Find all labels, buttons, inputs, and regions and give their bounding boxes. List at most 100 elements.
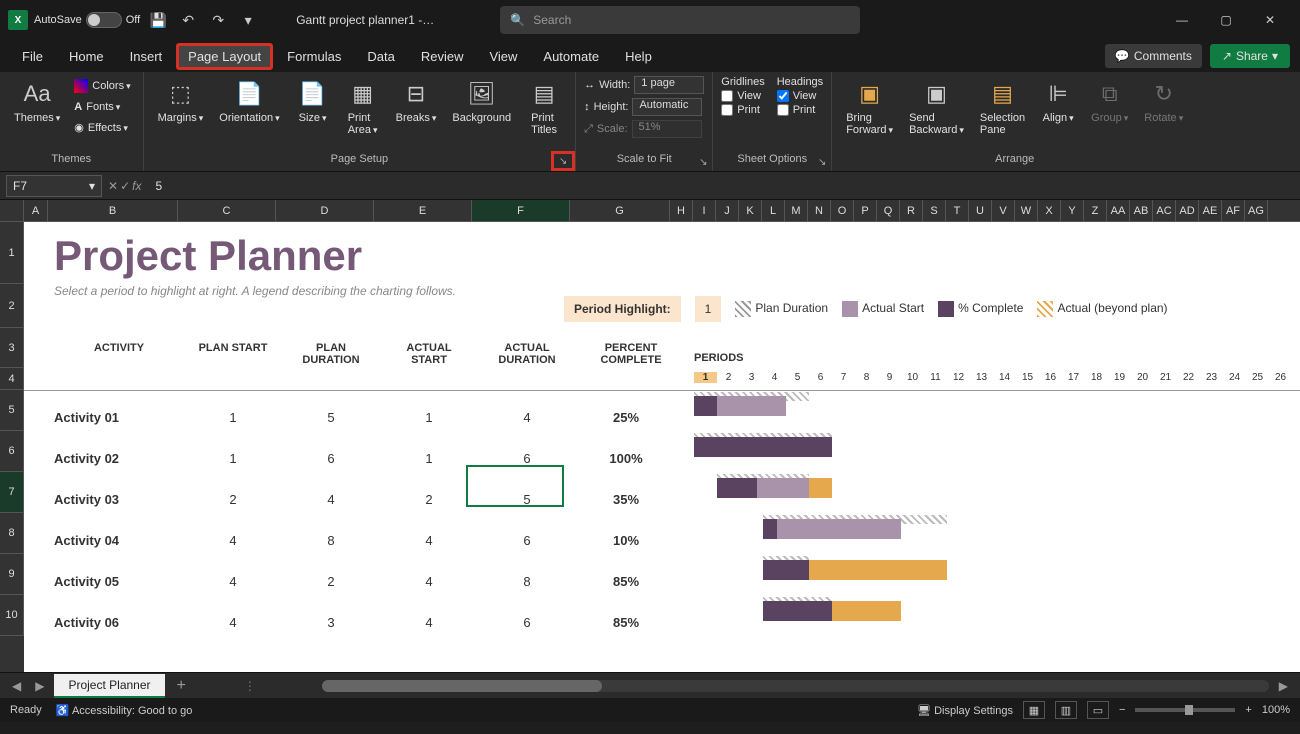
row-header-2[interactable]: 2 — [0, 284, 24, 328]
bring-forward-button[interactable]: ▣Bring Forward — [840, 76, 899, 138]
table-row[interactable]: Activity 05424885% — [54, 561, 676, 602]
col-header-P[interactable]: P — [854, 200, 877, 221]
col-header-S[interactable]: S — [923, 200, 946, 221]
table-row[interactable]: Activity 06434685% — [54, 602, 676, 643]
col-header-Y[interactable]: Y — [1061, 200, 1084, 221]
col-header-AE[interactable]: AE — [1199, 200, 1222, 221]
selection-pane-button[interactable]: ▤Selection Pane — [974, 76, 1031, 138]
send-backward-button[interactable]: ▣Send Backward — [903, 76, 970, 138]
col-header-Q[interactable]: Q — [877, 200, 900, 221]
accessibility-status[interactable]: ♿ Accessibility: Good to go — [56, 704, 193, 717]
tab-review[interactable]: Review — [409, 43, 476, 70]
effects-button[interactable]: ◉Effects — [70, 118, 134, 137]
background-button[interactable]: 🖼Background — [446, 76, 517, 126]
print-titles-button[interactable]: ▤Print Titles — [521, 76, 567, 138]
themes-button[interactable]: AaThemes — [8, 76, 66, 126]
qat-more-icon[interactable]: ▾ — [236, 8, 260, 32]
col-header-AB[interactable]: AB — [1130, 200, 1153, 221]
share-button[interactable]: ↗ Share ▾ — [1210, 44, 1290, 68]
minimize-button[interactable]: — — [1160, 0, 1204, 40]
col-header-K[interactable]: K — [739, 200, 762, 221]
col-header-B[interactable]: B — [48, 200, 178, 221]
fx-icon[interactable]: fx — [132, 179, 141, 193]
col-header-R[interactable]: R — [900, 200, 923, 221]
scale-input[interactable]: 51% — [632, 120, 702, 138]
col-header-O[interactable]: O — [831, 200, 854, 221]
scroll-right[interactable]: ▶ — [1275, 679, 1292, 693]
maximize-button[interactable]: ▢ — [1204, 0, 1248, 40]
col-header-C[interactable]: C — [178, 200, 276, 221]
breaks-button[interactable]: ⊟Breaks — [390, 76, 443, 126]
sheet-nav-prev[interactable]: ◀ — [8, 679, 25, 693]
row-header-7[interactable]: 7 — [0, 472, 24, 513]
worksheet[interactable]: 12345678910 Project Planner Select a per… — [0, 222, 1300, 672]
col-header-J[interactable]: J — [716, 200, 739, 221]
tab-automate[interactable]: Automate — [531, 43, 611, 70]
col-header-AD[interactable]: AD — [1176, 200, 1199, 221]
search-input[interactable]: 🔍 Search — [500, 6, 860, 34]
col-header-M[interactable]: M — [785, 200, 808, 221]
fonts-button[interactable]: AFonts — [70, 98, 134, 116]
zoom-in[interactable]: + — [1245, 704, 1251, 716]
row-header-5[interactable]: 5 — [0, 390, 24, 431]
sheet-tab-project-planner[interactable]: Project Planner — [54, 674, 164, 698]
display-settings[interactable]: 🖥 Display Settings — [917, 704, 1013, 717]
col-header-G[interactable]: G — [570, 200, 670, 221]
group-button[interactable]: ⧉Group — [1085, 76, 1134, 126]
headings-view-checkbox[interactable]: View — [777, 90, 823, 102]
col-header-W[interactable]: W — [1015, 200, 1038, 221]
table-row[interactable]: Activity 021616100% — [54, 438, 676, 479]
page-layout-view-icon[interactable]: ▥ — [1055, 701, 1077, 719]
horizontal-scrollbar[interactable] — [322, 680, 1269, 692]
row-header-1[interactable]: 1 — [0, 222, 24, 284]
sheet-options-launcher[interactable]: ↘ — [815, 155, 829, 169]
sheet-nav-next[interactable]: ▶ — [31, 679, 48, 693]
table-row[interactable]: Activity 01151425% — [54, 397, 676, 438]
row-header-8[interactable]: 8 — [0, 513, 24, 554]
tab-file[interactable]: File — [10, 43, 55, 70]
col-header-U[interactable]: U — [969, 200, 992, 221]
tab-formulas[interactable]: Formulas — [275, 43, 353, 70]
select-all-corner[interactable] — [0, 200, 24, 221]
col-header-V[interactable]: V — [992, 200, 1015, 221]
scale-launcher[interactable]: ↘ — [696, 155, 710, 169]
comments-button[interactable]: 💬 Comments — [1105, 44, 1202, 68]
col-header-I[interactable]: I — [693, 200, 716, 221]
col-header-N[interactable]: N — [808, 200, 831, 221]
row-header-6[interactable]: 6 — [0, 431, 24, 472]
formula-input[interactable]: 5 — [147, 179, 1300, 193]
toggle-icon[interactable] — [86, 12, 122, 28]
col-header-AF[interactable]: AF — [1222, 200, 1245, 221]
col-header-AG[interactable]: AG — [1245, 200, 1268, 221]
headings-print-checkbox[interactable]: Print — [777, 104, 823, 116]
row-header-9[interactable]: 9 — [0, 554, 24, 595]
gridlines-print-checkbox[interactable]: Print — [721, 104, 764, 116]
table-row[interactable]: Activity 03242535% — [54, 479, 676, 520]
size-button[interactable]: 📄Size — [290, 76, 336, 126]
col-header-Z[interactable]: Z — [1084, 200, 1107, 221]
rotate-button[interactable]: ↻Rotate — [1138, 76, 1189, 126]
col-header-E[interactable]: E — [374, 200, 472, 221]
col-header-A[interactable]: A — [24, 200, 48, 221]
col-header-D[interactable]: D — [276, 200, 374, 221]
autosave-toggle[interactable]: AutoSave Off — [34, 12, 140, 28]
col-header-X[interactable]: X — [1038, 200, 1061, 221]
close-button[interactable]: ✕ — [1248, 0, 1292, 40]
zoom-slider[interactable] — [1135, 708, 1235, 712]
tab-view[interactable]: View — [477, 43, 529, 70]
margins-button[interactable]: ⬚Margins — [152, 76, 210, 126]
colors-button[interactable]: Colors — [70, 76, 134, 96]
align-button[interactable]: ⊫Align — [1035, 76, 1081, 126]
save-icon[interactable]: 💾 — [146, 8, 170, 32]
name-box[interactable]: F7▾ — [6, 175, 102, 197]
undo-icon[interactable]: ↶ — [176, 8, 200, 32]
tab-insert[interactable]: Insert — [118, 43, 175, 70]
col-header-H[interactable]: H — [670, 200, 693, 221]
add-sheet-button[interactable]: + — [171, 677, 192, 695]
tab-help[interactable]: Help — [613, 43, 664, 70]
zoom-level[interactable]: 100% — [1262, 704, 1290, 716]
height-select[interactable]: Automatic — [632, 98, 702, 116]
row-header-3[interactable]: 3 — [0, 328, 24, 368]
col-header-F[interactable]: F — [472, 200, 570, 221]
gridlines-view-checkbox[interactable]: View — [721, 90, 764, 102]
